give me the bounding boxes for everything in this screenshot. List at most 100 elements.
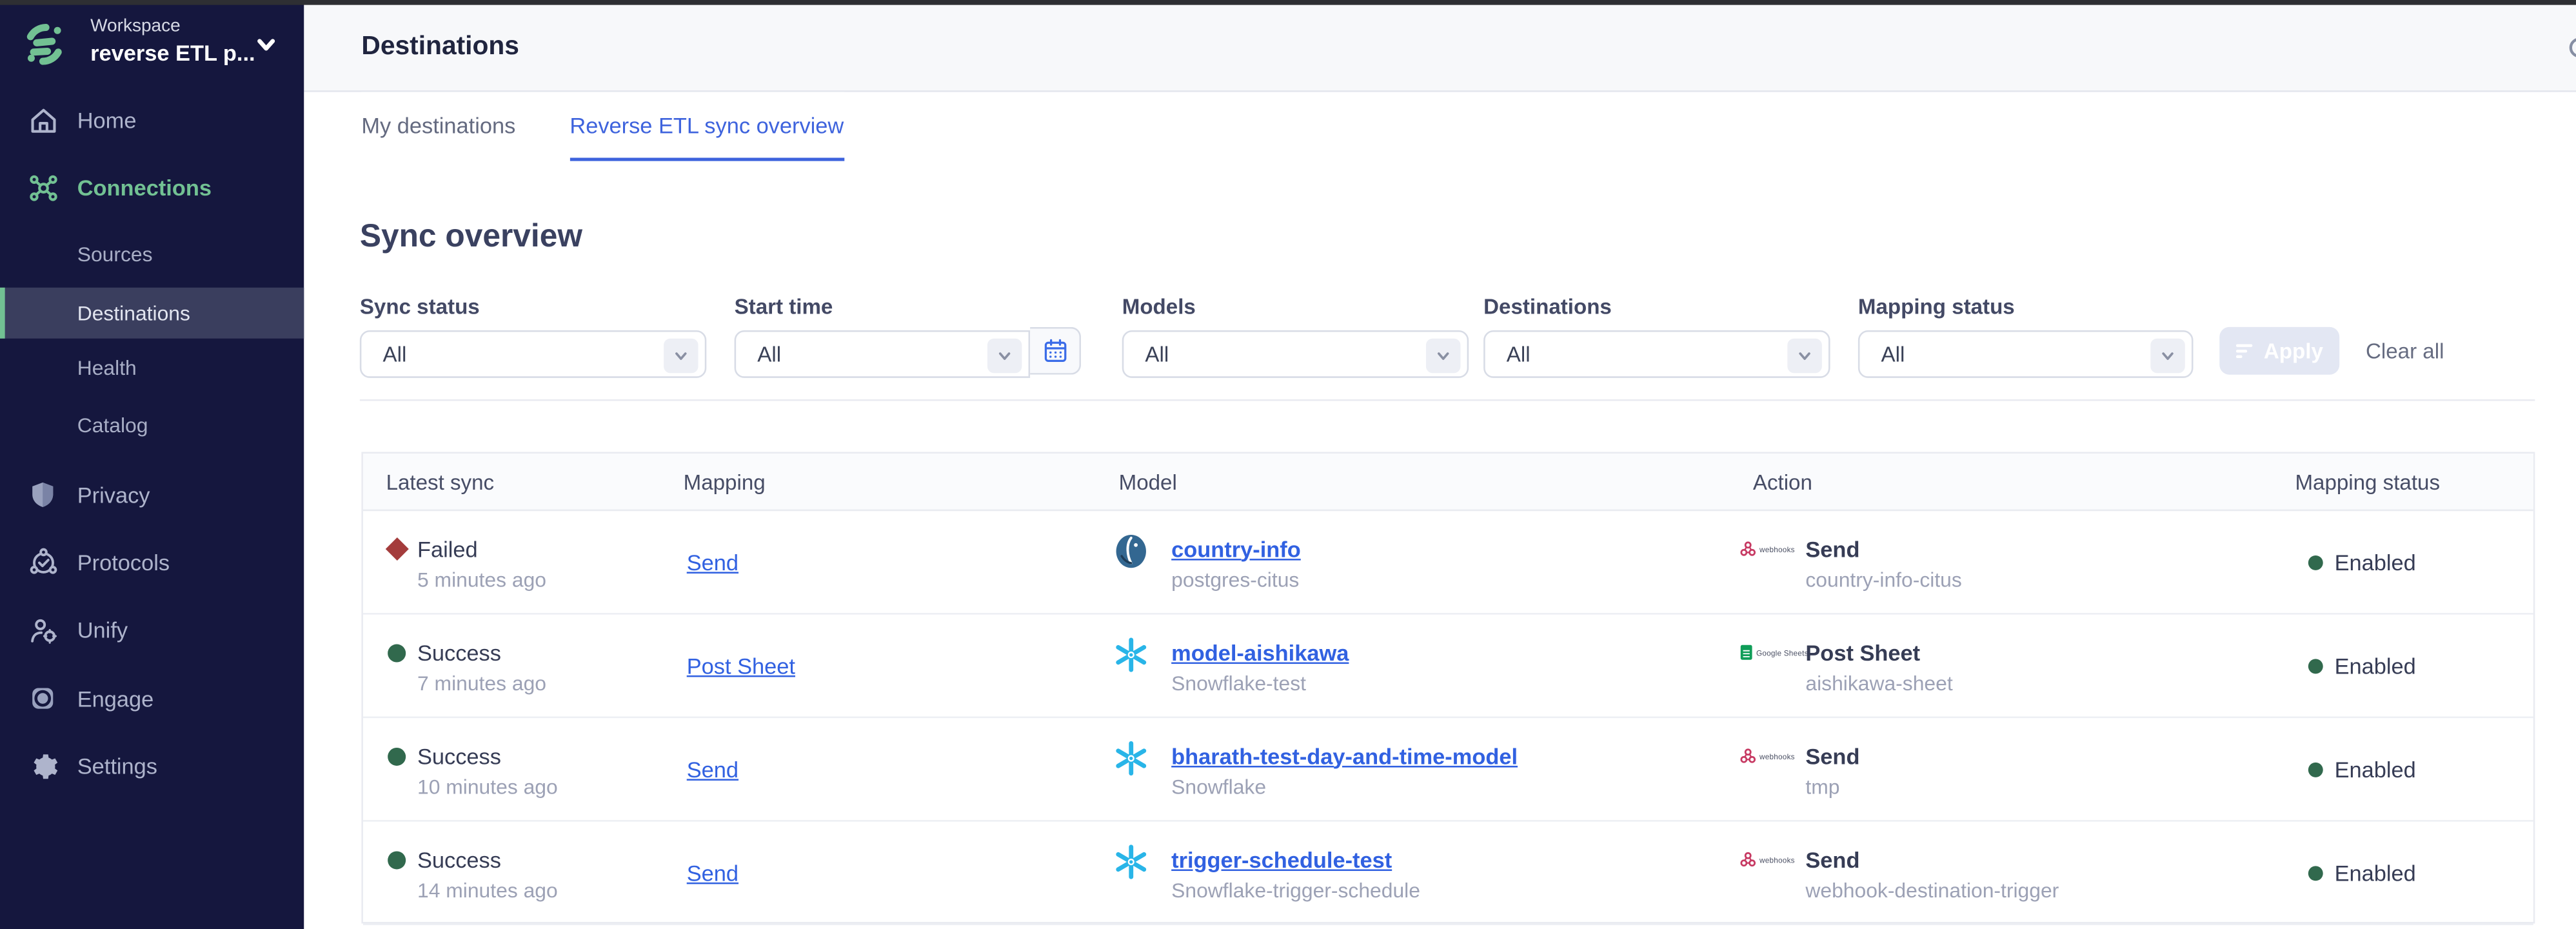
mapping-status-value: Enabled: [2335, 550, 2416, 575]
sidebar-item-settings[interactable]: Settings: [0, 741, 304, 790]
enabled-dot-icon: [2308, 555, 2323, 570]
col-latest-sync: Latest sync: [386, 470, 495, 494]
mapping-link[interactable]: Post Sheet: [687, 654, 795, 679]
chevron-down-icon: [255, 33, 278, 56]
status-success-icon: [388, 643, 406, 661]
status-success-icon: [388, 850, 406, 868]
sidebar-item-privacy[interactable]: Privacy: [0, 470, 304, 519]
sidebar-item-connections[interactable]: Connections: [0, 163, 304, 212]
sync-overview-table: Latest sync Mapping Model Action Mapping…: [361, 452, 2535, 923]
filter-icon: [2236, 343, 2254, 359]
status-success-icon: [388, 747, 406, 765]
page-title: Destinations: [361, 33, 519, 63]
webhooks-icon: webhooks: [1739, 541, 1794, 557]
webhooks-icon: webhooks: [1739, 851, 1794, 867]
gear-icon: [26, 750, 59, 783]
postgres-icon: [1112, 532, 1150, 570]
workspace-label: Workspace: [90, 16, 181, 36]
person-gear-icon: [26, 613, 59, 646]
app-window: Workspace reverse ETL p... Home Conn: [0, 0, 2576, 929]
mapping-status-select[interactable]: All: [1858, 330, 2194, 378]
model-link[interactable]: model-aishikawa: [1171, 640, 1349, 664]
action-target: aishikawa-sheet: [1805, 672, 1952, 695]
sidebar: Workspace reverse ETL p... Home Conn: [0, 0, 304, 929]
workspace-switcher[interactable]: Workspace reverse ETL p...: [0, 13, 304, 85]
model-link[interactable]: country-info: [1171, 537, 1301, 561]
home-icon: [26, 103, 59, 136]
table-header: Latest sync Mapping Model Action Mapping…: [362, 454, 2533, 511]
tab-reverse-etl-sync-overview[interactable]: Reverse ETL sync overview: [570, 92, 844, 161]
mapping-status-value: Enabled: [2335, 757, 2416, 782]
models-select[interactable]: All: [1122, 330, 1469, 378]
shield-icon: [26, 478, 59, 511]
filter-models: Models All: [1122, 294, 1469, 378]
action-target: country-info-citus: [1805, 568, 1961, 592]
sidebar-item-unify[interactable]: Unify: [0, 604, 304, 654]
sidebar-item-sources[interactable]: Sources: [0, 228, 304, 279]
model-source: postgres-citus: [1171, 568, 1299, 592]
calendar-icon[interactable]: [1030, 327, 1081, 375]
sync-time: 10 minutes ago: [417, 775, 558, 799]
action-name: Send: [1805, 744, 1859, 768]
sidebar-item-health[interactable]: Health: [0, 342, 304, 393]
rudderstack-logo-icon: [20, 20, 69, 69]
sync-status: Success: [417, 848, 501, 872]
snowflake-icon: [1112, 843, 1150, 881]
enabled-dot-icon: [2308, 659, 2323, 674]
status-failed-icon: [386, 537, 408, 559]
mapping-link[interactable]: Send: [687, 757, 738, 782]
chevron-down-icon: [2150, 337, 2185, 372]
topbar: Destinations RN: [304, 5, 2576, 92]
start-time-select[interactable]: All: [735, 330, 1030, 378]
action-target: tmp: [1805, 775, 1839, 799]
apply-button[interactable]: Apply: [2219, 327, 2339, 375]
sidebar-item-catalog[interactable]: Catalog: [0, 399, 304, 450]
sync-status: Failed: [417, 537, 478, 562]
model-source: Snowflake-trigger-schedule: [1171, 879, 1420, 903]
sidebar-item-destinations[interactable]: Destinations: [0, 288, 304, 339]
table-row: Success 10 minutes ago Send bharath-test…: [362, 718, 2533, 821]
sidebar-item-engage[interactable]: Engage: [0, 674, 304, 723]
destinations-select[interactable]: All: [1483, 330, 1830, 378]
col-model: Model: [1119, 470, 1177, 494]
sync-status: Success: [417, 744, 501, 769]
action-name: Send: [1805, 847, 1859, 872]
snowflake-icon: [1112, 739, 1150, 777]
search-icon[interactable]: [2566, 34, 2576, 64]
sync-status-select[interactable]: All: [360, 330, 706, 378]
table-row: Success 7 minutes ago Post Sheet model-a…: [362, 615, 2533, 718]
sidebar-item-home[interactable]: Home: [0, 95, 304, 145]
action-target: webhook-destination-trigger: [1805, 879, 2059, 903]
engage-icon: [26, 682, 59, 715]
col-action: Action: [1753, 470, 1812, 494]
section-title: Sync overview: [360, 219, 582, 257]
action-name: Send: [1805, 537, 1859, 561]
sync-time: 7 minutes ago: [417, 672, 546, 695]
enabled-dot-icon: [2308, 763, 2323, 777]
divider: [360, 399, 2535, 401]
model-source: Snowflake-test: [1171, 672, 1306, 695]
mapping-link[interactable]: Send: [687, 861, 738, 886]
chevron-down-icon: [987, 337, 1022, 372]
model-source: Snowflake: [1171, 775, 1266, 799]
table-row: Failed 5 minutes ago Send country-info p…: [362, 511, 2533, 614]
chevron-down-icon: [1426, 337, 1460, 372]
mapping-status-value: Enabled: [2335, 861, 2416, 886]
google-sheets-icon: Google Sheets: [1739, 644, 1808, 661]
action-name: Post Sheet: [1805, 640, 1920, 664]
tab-my-destinations[interactable]: My destinations: [361, 92, 515, 161]
connections-icon: [26, 171, 59, 204]
filter-start-time: Start time All: [735, 294, 1030, 378]
table-row: Success 14 minutes ago Send trigger-sche…: [362, 822, 2533, 925]
sync-status: Success: [417, 641, 501, 665]
workspace-name: reverse ETL p...: [90, 41, 255, 66]
model-link[interactable]: bharath-test-day-and-time-model: [1171, 744, 1518, 768]
clear-all-button[interactable]: Clear all: [2366, 339, 2444, 363]
chevron-down-icon: [664, 337, 698, 372]
model-link[interactable]: trigger-schedule-test: [1171, 847, 1392, 872]
col-mapping: Mapping: [684, 470, 766, 494]
mapping-link[interactable]: Send: [687, 550, 738, 575]
col-mapping-status: Mapping status: [2295, 470, 2440, 494]
sidebar-item-protocols[interactable]: Protocols: [0, 537, 304, 586]
sync-time: 14 minutes ago: [417, 879, 558, 903]
